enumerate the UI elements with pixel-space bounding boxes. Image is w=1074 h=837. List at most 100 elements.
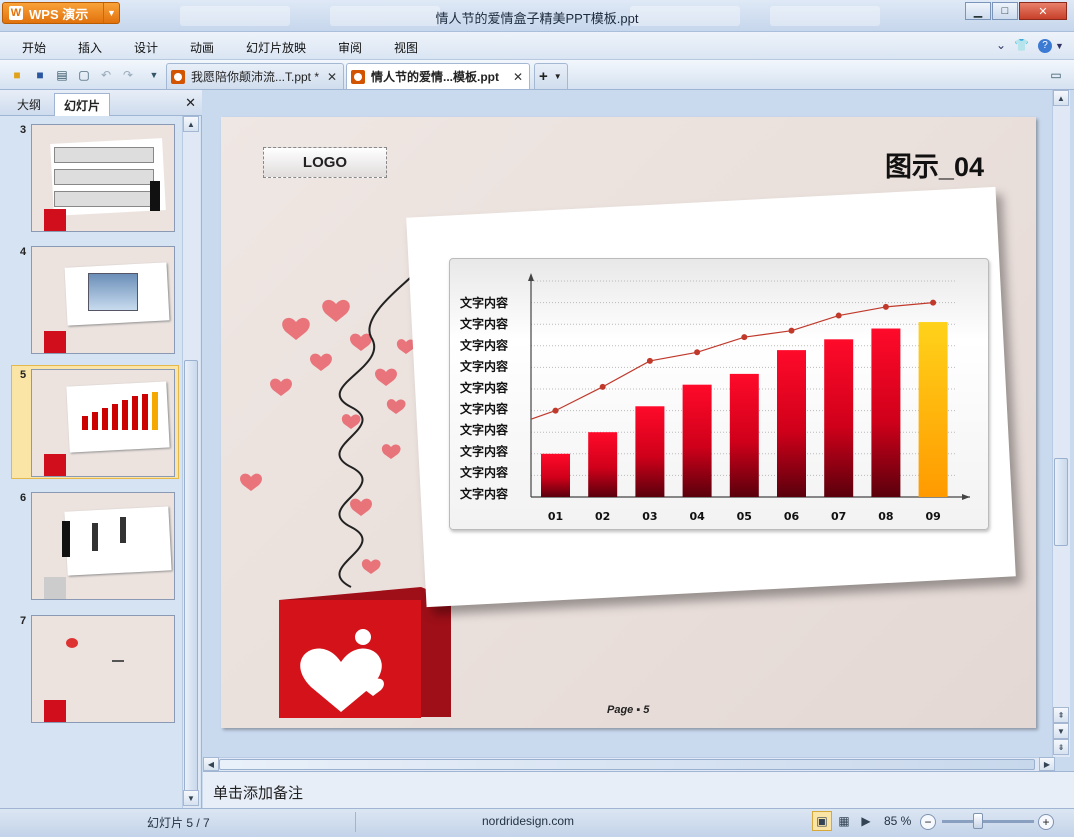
close-tab-icon[interactable]: ✕ [327,70,337,84]
menu-slideshow[interactable]: 幻灯片放映 [246,39,306,56]
help-icon[interactable]: ? [1038,39,1052,53]
zoom-level: 85 % [884,814,912,828]
slide-title[interactable]: 图示_04 [885,145,984,184]
y-axis-label: 文字内容 [460,295,508,310]
chart-bar [871,328,901,497]
save-icon[interactable]: ■ [32,67,48,83]
document-tab-label: 情人节的爱情...模板.ppt [371,70,499,84]
chart-bar [682,384,712,497]
gift-box [279,587,451,718]
customize-toolbar-icon[interactable]: ▼ [146,67,162,83]
scrollbar-thumb[interactable] [219,759,1035,770]
notes-placeholder[interactable]: 单击添加备注 [213,782,303,803]
slide-thumbnail[interactable] [31,246,175,354]
new-tab-button[interactable]: + ▼ [534,63,568,89]
menu-review[interactable]: 审阅 [338,39,362,56]
x-axis-arrow [962,494,970,500]
tab-outline[interactable]: 大纲 [8,93,50,116]
slide-thumbnail[interactable] [31,492,175,600]
slide-thumbnail[interactable] [31,124,175,232]
document-tab-active[interactable]: 情人节的爱情...模板.ppt ✕ [346,63,530,89]
chart-bar [541,453,570,497]
maximize-button[interactable]: □ [992,2,1018,20]
tab-slides[interactable]: 幻灯片 [54,93,111,116]
y-axis-label: 文字内容 [460,486,508,501]
y-axis-label: 文字内容 [460,401,508,416]
document-tab-label: 我愿陪你颠沛流...T.ppt * [191,70,320,84]
x-tick-label: 07 [831,510,846,523]
thumbnail-scrollbar[interactable]: ▲ ▼ [182,116,200,808]
next-slide-icon[interactable]: ⇟ [1053,739,1069,755]
y-axis-arrow [528,273,534,281]
line-point [552,407,559,414]
scroll-right-icon[interactable]: ▶ [1039,757,1055,771]
slide-number: 3 [20,124,27,136]
slide-canvas[interactable]: LOGO 图示_04 文字内容 文字内容 文字内容 文字内容 文字内容 文字内容 文字内容文… [221,117,1036,728]
menu-start[interactable]: 开始 [22,39,46,56]
slides-pane: 大纲 幻灯片 ✕ 3 4 5 6 7 ▲ ▼ [0,90,202,808]
editor-horizontal-scrollbar[interactable]: ◀ ▶ [203,757,1055,771]
slide-thumbnail-selected[interactable] [31,369,175,477]
scroll-down-icon[interactable]: ▼ [1053,723,1069,739]
document-tab[interactable]: 我愿陪你颠沛流...T.ppt * ✕ [166,63,344,89]
slideshow-view-icon[interactable]: ▶ [856,811,876,831]
logo-placeholder[interactable]: LOGO [263,147,387,178]
editor-vertical-scrollbar[interactable]: ▲ ⇞ ▼ ⇟ [1052,90,1070,757]
chart-bar [824,339,854,497]
status-bar: 幻灯片 5 / 7 nordridesign.com ▣ ▦ ▶ 85 % − … [0,808,1074,837]
line-point [835,312,842,319]
zoom-in-icon[interactable]: + [1038,814,1054,830]
chart-bar [918,322,948,497]
line-point [694,349,701,356]
menu-view[interactable]: 视图 [394,39,418,56]
scrollbar-thumb[interactable] [1054,458,1068,546]
scroll-up-icon[interactable]: ▲ [1053,90,1069,106]
close-tab-icon[interactable]: ✕ [513,70,523,84]
ppt-file-icon [171,69,185,84]
line-point [646,357,653,364]
template-name: nordridesign.com [482,814,575,828]
zoom-out-icon[interactable]: − [920,814,936,830]
menu-animation[interactable]: 动画 [190,39,214,56]
close-pane-icon[interactable]: ✕ [185,95,196,111]
menu-design[interactable]: 设计 [134,39,158,56]
slide-sorter-view-icon[interactable]: ▦ [834,811,854,831]
redo-icon[interactable]: ↷ [120,67,136,83]
line-point [741,334,748,341]
open-folder-icon[interactable]: ■ [9,67,25,83]
skin-icon[interactable]: 👕 [1014,38,1029,52]
notes-area[interactable]: 单击添加备注 [203,771,1074,808]
scroll-up-icon[interactable]: ▲ [183,116,199,132]
undo-icon[interactable]: ↶ [98,67,114,83]
line-point [882,303,889,310]
chart-bar [729,373,759,497]
y-axis-label: 文字内容 [460,359,508,374]
previous-slide-icon[interactable]: ⇞ [1053,707,1069,723]
slide-number: 4 [20,246,27,258]
y-axis-label: 文字内容 [460,422,508,437]
zoom-slider-knob[interactable] [973,813,983,829]
window-layout-icon[interactable]: ▭ [1048,67,1064,83]
chart-bar [635,406,665,497]
zoom-slider-track[interactable] [942,820,1034,823]
print-preview-icon[interactable]: ▢ [76,67,92,83]
minimize-button[interactable]: ▁ [965,2,991,20]
scrollbar-thumb[interactable] [184,360,198,792]
menu-bar: 开始 插入 设计 动画 幻灯片放映 审阅 视图 ⌄ 👕 ? ▼ [0,32,1074,60]
slide-thumbnail[interactable] [31,615,175,723]
scroll-down-icon[interactable]: ▼ [183,790,199,806]
print-icon[interactable]: ▤ [54,67,70,83]
title-bar: W WPS 演示 ▼ 情人节的爱情盒子精美PPT模板.ppt ▁ □ ✕ [0,0,1074,32]
chart-panel[interactable]: 文字内容 文字内容 文字内容 文字内容 文字内容 文字内容 文字内容 文字内容 文字内容 文字内容… [449,258,989,530]
scroll-left-icon[interactable]: ◀ [203,757,219,771]
close-button[interactable]: ✕ [1019,2,1067,20]
y-axis-label: 文字内容 [460,443,508,458]
x-tick-label: 05 [737,510,752,523]
chevron-down-icon[interactable]: ⌄ [996,38,1006,52]
ppt-file-icon [351,69,365,84]
normal-view-icon[interactable]: ▣ [812,811,832,831]
slide-thumbnail-list: 3 4 5 6 7 [0,116,182,808]
help-dropdown-icon[interactable]: ▼ [1055,41,1064,51]
menu-insert[interactable]: 插入 [78,39,102,56]
plus-icon: + [539,68,548,85]
